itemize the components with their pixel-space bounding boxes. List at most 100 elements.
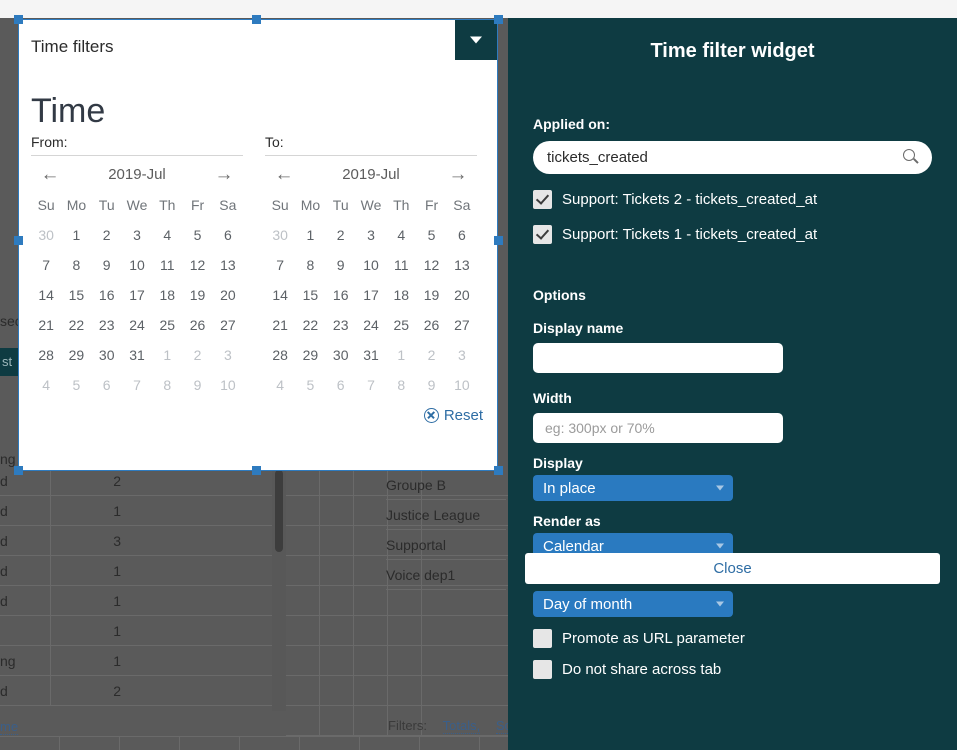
calendar-to-day[interactable]: 14 <box>265 282 295 309</box>
selection-handle-top-center[interactable] <box>252 15 261 24</box>
calendar-from-day[interactable]: 30 <box>92 342 122 369</box>
calendar-from-day[interactable]: 10 <box>213 372 243 399</box>
calendar-from-day[interactable]: 9 <box>182 372 212 399</box>
calendar-from-day[interactable]: 9 <box>92 252 122 279</box>
calendar-from-day[interactable]: 20 <box>213 282 243 309</box>
selection-handle-top-right[interactable] <box>494 15 503 24</box>
selection-handle-middle-right[interactable] <box>494 236 503 245</box>
calendar-from-day[interactable]: 30 <box>31 222 61 249</box>
calendar-from-day[interactable]: 12 <box>182 252 212 279</box>
calendar-to-day[interactable]: 19 <box>416 282 446 309</box>
calendar-from-day[interactable]: 21 <box>31 312 61 339</box>
calendar-to-day[interactable]: 23 <box>326 312 356 339</box>
calendar-from-day[interactable]: 18 <box>152 282 182 309</box>
calendar-from-day[interactable]: 5 <box>182 222 212 249</box>
calendar-from-day[interactable]: 3 <box>122 222 152 249</box>
calendar-to-day[interactable]: 11 <box>386 252 416 279</box>
calendar-from-day[interactable]: 22 <box>61 312 91 339</box>
calendar-from-day[interactable]: 25 <box>152 312 182 339</box>
calendar-to-day[interactable]: 3 <box>447 342 477 369</box>
checkbox-tickets-2[interactable] <box>533 190 552 209</box>
calendar-from-day[interactable]: 29 <box>61 342 91 369</box>
calendar-from-day[interactable]: 2 <box>182 342 212 369</box>
search-icon[interactable] <box>903 149 919 164</box>
details-level-select[interactable]: Day of month <box>533 591 733 617</box>
calendar-from-day[interactable]: 14 <box>31 282 61 309</box>
calendar-to-day[interactable]: 31 <box>356 342 386 369</box>
selection-handle-bottom-right[interactable] <box>494 466 503 475</box>
reset-button[interactable]: Reset <box>423 407 483 424</box>
calendar-to-day[interactable]: 25 <box>386 312 416 339</box>
calendar-from-day[interactable]: 7 <box>122 372 152 399</box>
calendar-to-day[interactable]: 28 <box>265 342 295 369</box>
calendar-to-day[interactable]: 20 <box>447 282 477 309</box>
selection-handle-top-left[interactable] <box>14 15 23 24</box>
calendar-to-day[interactable]: 4 <box>386 222 416 249</box>
calendar-to-day[interactable]: 3 <box>356 222 386 249</box>
close-button[interactable]: Close <box>525 553 940 584</box>
source-checkbox-row-1[interactable]: Support: Tickets 1 - tickets_created_at <box>533 225 932 244</box>
calendar-from-day[interactable]: 2 <box>92 222 122 249</box>
time-filter-widget-card[interactable]: Time filters Time From: ← 2019-Jul → Su M… <box>18 19 498 471</box>
display-select[interactable]: In place <box>533 475 733 501</box>
calendar-from-day[interactable]: 28 <box>31 342 61 369</box>
calendar-from-day[interactable]: 6 <box>213 222 243 249</box>
width-input[interactable] <box>533 413 783 443</box>
applied-on-search-input[interactable] <box>533 141 932 174</box>
calendar-from-day[interactable]: 26 <box>182 312 212 339</box>
calendar-to-day[interactable]: 22 <box>295 312 325 339</box>
calendar-from-day[interactable]: 15 <box>61 282 91 309</box>
calendar-to-day[interactable]: 1 <box>295 222 325 249</box>
calendar-from-day[interactable]: 17 <box>122 282 152 309</box>
calendar-to-day[interactable]: 4 <box>265 372 295 399</box>
selection-handle-middle-left[interactable] <box>14 236 23 245</box>
filters-link-totals[interactable]: Totals, <box>442 718 481 734</box>
arrow-left-icon[interactable]: ← <box>39 165 61 184</box>
calendar-from-day[interactable]: 4 <box>31 372 61 399</box>
calendar-from-day[interactable]: 19 <box>182 282 212 309</box>
calendar-to-day[interactable]: 5 <box>416 222 446 249</box>
widget-menu-button[interactable] <box>455 20 497 60</box>
arrow-right-icon[interactable]: → <box>447 165 469 184</box>
no-share-row[interactable]: Do not share across tab <box>533 660 932 679</box>
calendar-from-day[interactable]: 11 <box>152 252 182 279</box>
calendar-from-day[interactable]: 1 <box>152 342 182 369</box>
calendar-from-day[interactable]: 8 <box>61 252 91 279</box>
calendar-to-day[interactable]: 8 <box>386 372 416 399</box>
calendar-to-day[interactable]: 8 <box>295 252 325 279</box>
calendar-to-day[interactable]: 24 <box>356 312 386 339</box>
calendar-to-day[interactable]: 10 <box>356 252 386 279</box>
calendar-to-day[interactable]: 13 <box>447 252 477 279</box>
calendar-to-day[interactable]: 7 <box>356 372 386 399</box>
background-bottom-link[interactable]: me <box>0 719 19 735</box>
calendar-to-day[interactable]: 2 <box>416 342 446 369</box>
calendar-from-day[interactable]: 31 <box>122 342 152 369</box>
calendar-to-day[interactable]: 9 <box>416 372 446 399</box>
display-name-input[interactable] <box>533 343 783 373</box>
source-checkbox-row-0[interactable]: Support: Tickets 2 - tickets_created_at <box>533 190 932 209</box>
calendar-from-day[interactable]: 6 <box>92 372 122 399</box>
checkbox-tickets-1[interactable] <box>533 225 552 244</box>
arrow-left-icon[interactable]: ← <box>273 165 295 184</box>
calendar-from-day[interactable]: 5 <box>61 372 91 399</box>
calendar-from-day[interactable]: 4 <box>152 222 182 249</box>
calendar-to-day[interactable]: 12 <box>416 252 446 279</box>
calendar-to-day[interactable]: 9 <box>326 252 356 279</box>
calendar-to-day[interactable]: 29 <box>295 342 325 369</box>
applied-on-search-box[interactable] <box>533 141 932 174</box>
calendar-from-day[interactable]: 13 <box>213 252 243 279</box>
calendar-to-day[interactable]: 30 <box>265 222 295 249</box>
promote-url-row[interactable]: Promote as URL parameter <box>533 629 932 648</box>
checkbox-no-share[interactable] <box>533 660 552 679</box>
calendar-from-day[interactable]: 7 <box>31 252 61 279</box>
calendar-to-day[interactable]: 1 <box>386 342 416 369</box>
calendar-to-day[interactable]: 6 <box>326 372 356 399</box>
calendar-to-day[interactable]: 17 <box>356 282 386 309</box>
calendar-from-day[interactable]: 3 <box>213 342 243 369</box>
calendar-to-day[interactable]: 7 <box>265 252 295 279</box>
calendar-from-day[interactable]: 10 <box>122 252 152 279</box>
calendar-to-day[interactable]: 30 <box>326 342 356 369</box>
calendar-to-day[interactable]: 10 <box>447 372 477 399</box>
calendar-to-day[interactable]: 6 <box>447 222 477 249</box>
calendar-to-day[interactable]: 5 <box>295 372 325 399</box>
